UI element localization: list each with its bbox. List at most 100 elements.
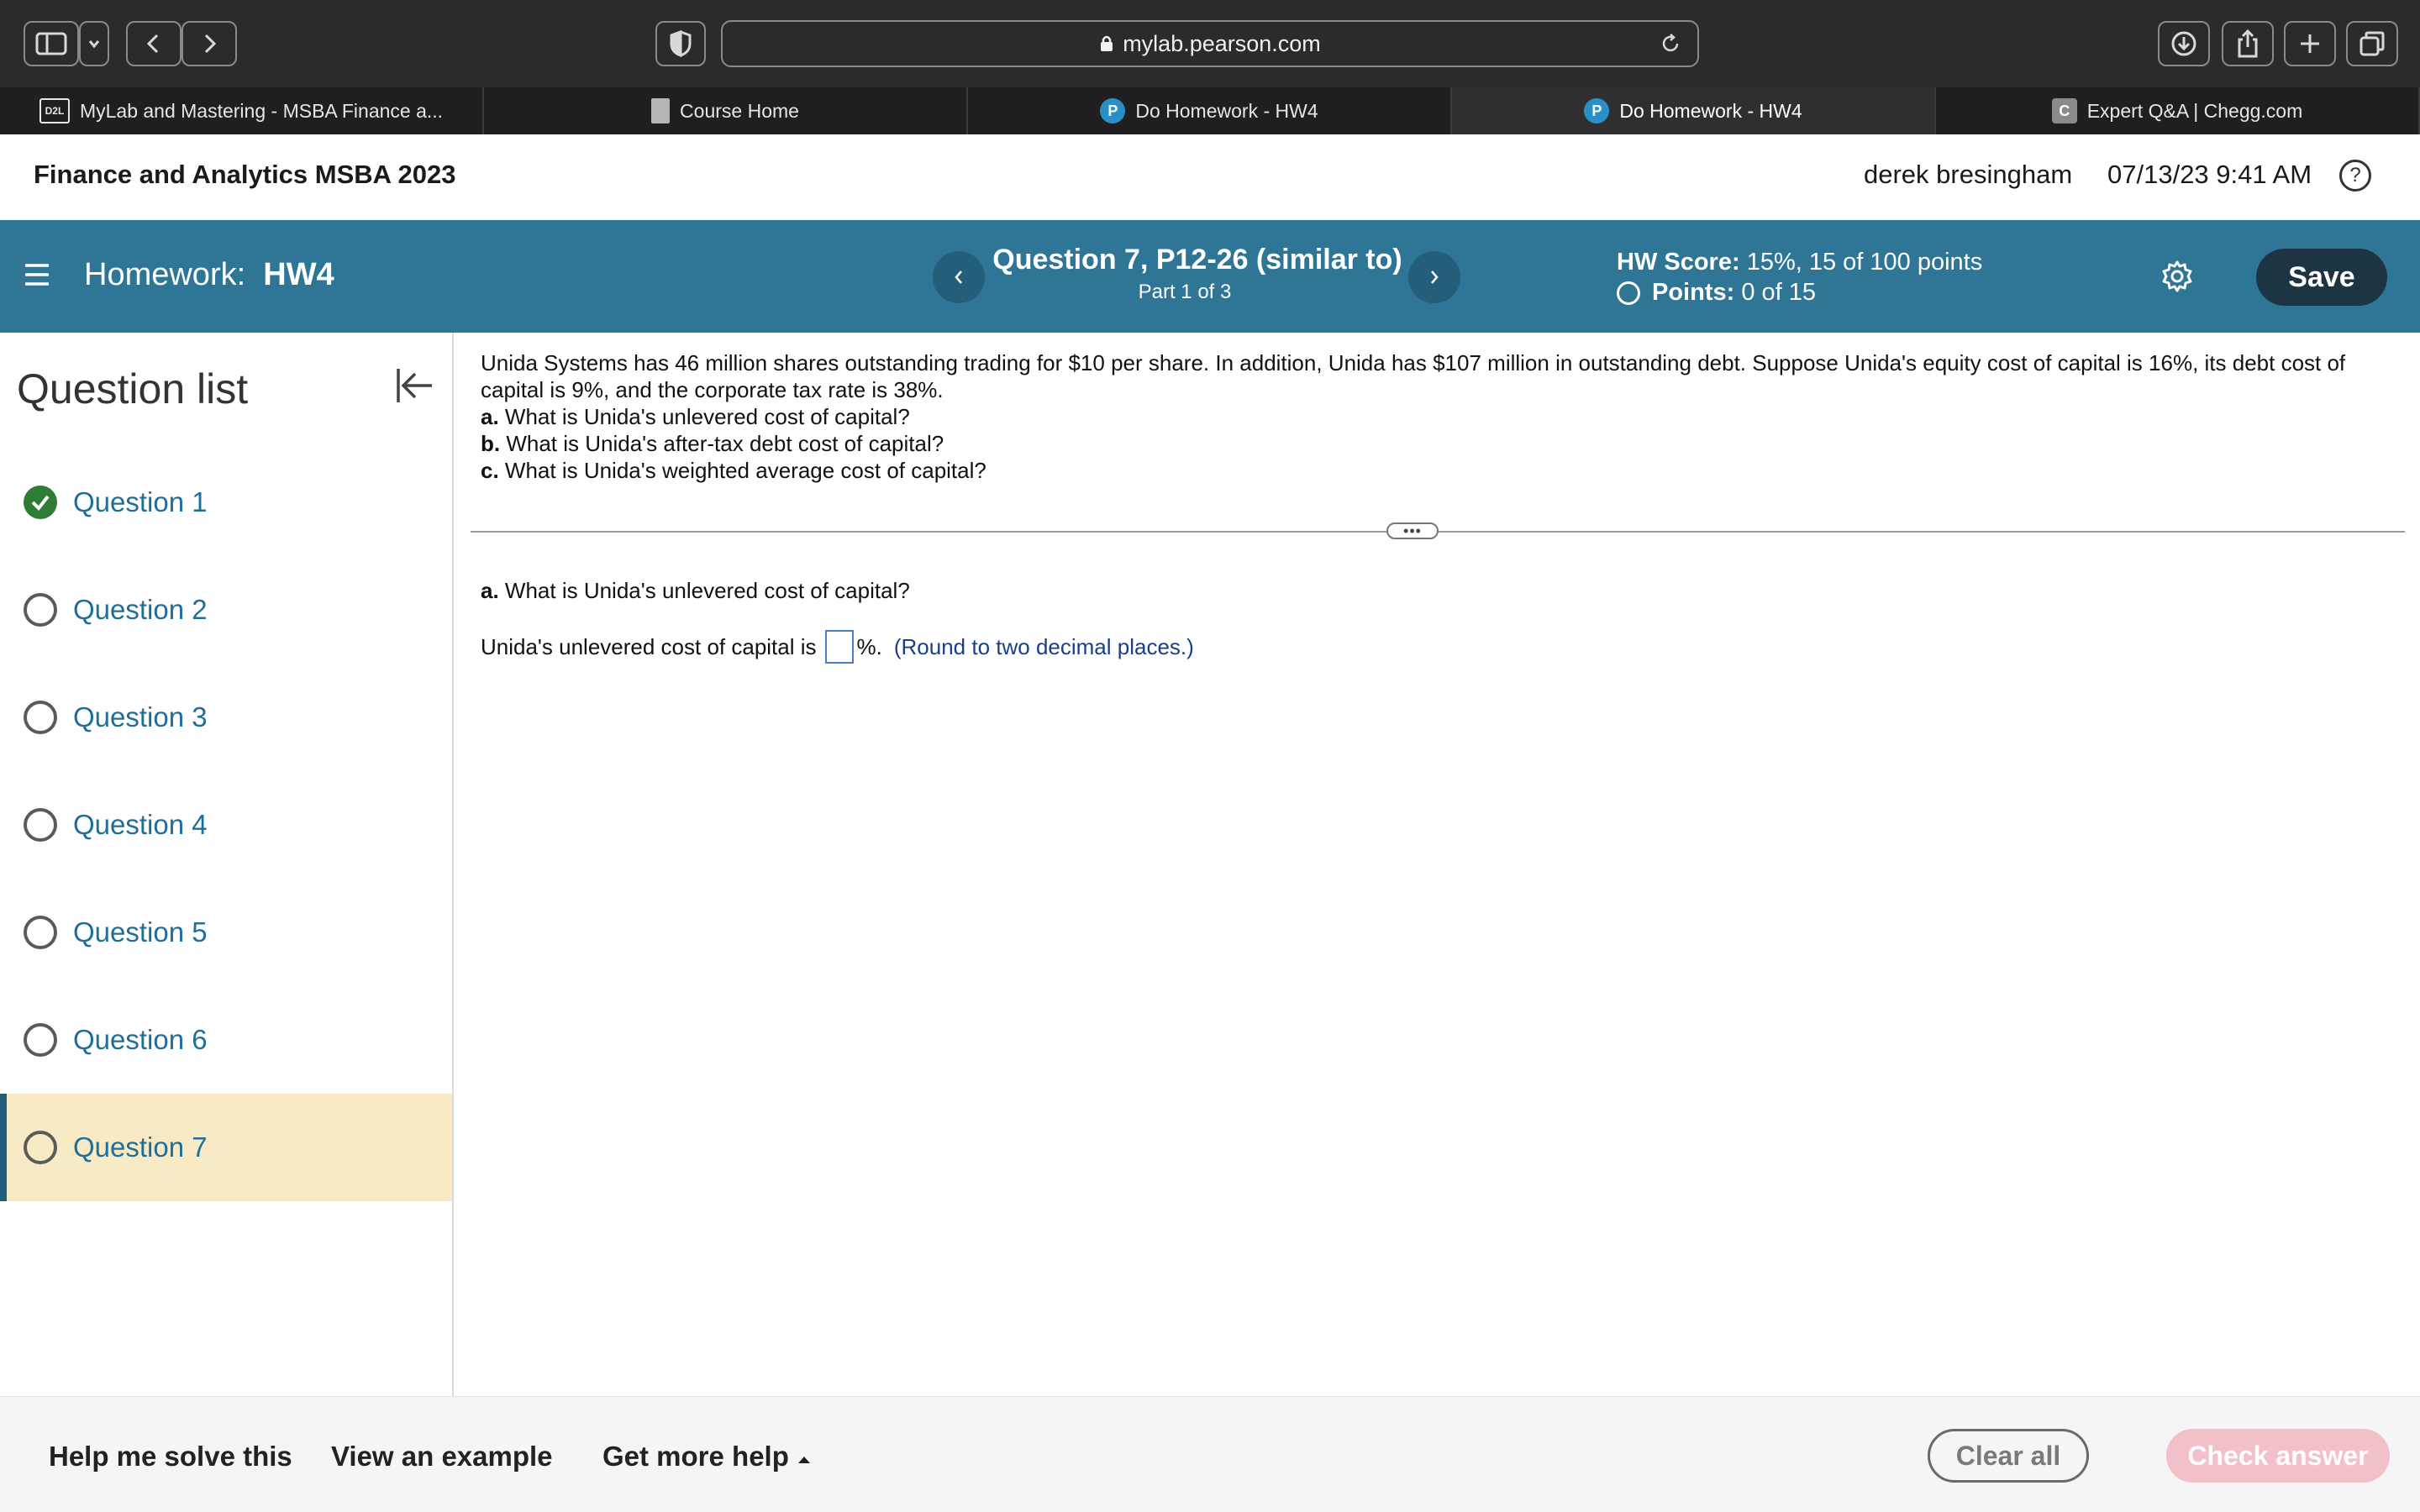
user-name: derek bresingham xyxy=(1864,160,2073,189)
chevron-left-icon xyxy=(146,34,159,54)
browser-tab[interactable]: Course Home xyxy=(484,87,968,134)
homework-label: Homework: xyxy=(84,257,246,292)
empty-circle-icon xyxy=(24,593,57,627)
answer-prefix: Unida's unlevered cost of capital is xyxy=(481,633,817,659)
view-example-button[interactable]: View an example xyxy=(331,1441,553,1473)
address-bar[interactable]: mylab.pearson.com xyxy=(721,20,1699,67)
question-list-panel: Question list Question 1 Question 2 Questi… xyxy=(0,333,454,1396)
reload-icon[interactable] xyxy=(1659,32,1682,55)
empty-circle-icon xyxy=(24,808,57,842)
question-item-4[interactable]: Question 4 xyxy=(0,771,452,879)
tab-group-dropdown[interactable] xyxy=(79,21,109,66)
help-me-solve-button[interactable]: Help me solve this xyxy=(49,1441,292,1473)
get-more-help-button[interactable]: Get more help xyxy=(602,1441,812,1473)
browser-tab-strip: D2L MyLab and Mastering - MSBA Finance a.… xyxy=(0,87,2420,134)
question-list-heading: Question list xyxy=(17,365,249,412)
question-item-2[interactable]: Question 2 xyxy=(0,556,452,664)
question-part-label: Part 1 of 3 xyxy=(1138,281,1232,303)
points-label: Points: xyxy=(1652,279,1735,306)
get-more-help-label: Get more help xyxy=(602,1441,789,1472)
collapse-panel-icon[interactable] xyxy=(393,365,435,407)
sidebar-icon xyxy=(35,32,67,55)
check-circle-icon xyxy=(24,486,57,519)
empty-circle-icon xyxy=(24,1131,57,1164)
answer-input[interactable] xyxy=(824,630,854,664)
save-button[interactable]: Save xyxy=(2256,249,2387,306)
problem-intro: Unida Systems has 46 million shares outs… xyxy=(481,350,2346,402)
hw-score-label: HW Score: xyxy=(1617,249,1740,276)
pearson-icon: P xyxy=(1584,98,1610,123)
question-title: Question 7, P12-26 (similar to) xyxy=(992,244,1402,276)
rounding-hint: (Round to two decimal places.) xyxy=(893,633,1194,659)
problem-part-a: a. What is Unida's unlevered cost of cap… xyxy=(481,404,910,429)
empty-circle-icon xyxy=(24,1023,57,1057)
chevron-right-icon xyxy=(204,34,217,54)
question-content: Unida Systems has 46 million shares outs… xyxy=(455,333,2420,1396)
question-item-1[interactable]: Question 1 xyxy=(0,449,452,556)
browser-tab-label: Expert Q&A | Chegg.com xyxy=(2086,99,2303,122)
tab-overview-button[interactable] xyxy=(2346,21,2398,66)
gear-icon[interactable] xyxy=(2160,259,2195,294)
forward-button[interactable] xyxy=(182,21,237,66)
browser-tab[interactable]: D2L MyLab and Mastering - MSBA Finance a.… xyxy=(0,87,484,134)
shield-icon xyxy=(670,29,692,58)
hw-score: HW Score: 15%, 15 of 100 points xyxy=(1617,249,1982,276)
homework-name: HW4 xyxy=(263,257,334,292)
problem-part-c: c. What is Unida's weighted average cost… xyxy=(481,458,986,483)
help-icon[interactable]: ? xyxy=(2339,160,2371,192)
question-item-6[interactable]: Question 6 xyxy=(0,986,452,1094)
question-item-7[interactable]: Question 7 xyxy=(0,1094,452,1201)
homework-bar: Homework: HW4 Question 7, P12-26 (simila… xyxy=(0,220,2420,333)
next-question-button[interactable] xyxy=(1408,251,1460,303)
question-points: Points: 0 of 15 xyxy=(1617,279,1816,307)
answer-suffix: %. xyxy=(856,633,882,659)
caret-up-icon xyxy=(798,1457,811,1463)
problem-statement: Unida Systems has 46 million shares outs… xyxy=(481,349,2405,484)
question-item-label: Question 7 xyxy=(73,1131,208,1163)
check-answer-button[interactable]: Check answer xyxy=(2166,1429,2390,1483)
privacy-report-button[interactable] xyxy=(655,21,706,66)
browser-tab[interactable]: C Expert Q&A | Chegg.com xyxy=(1936,87,2420,134)
hamburger-menu-icon[interactable] xyxy=(22,260,52,289)
share-icon xyxy=(2238,29,2258,58)
new-tab-button[interactable] xyxy=(2284,21,2336,66)
browser-tab-label: Course Home xyxy=(680,99,799,122)
points-value: 0 of 15 xyxy=(1741,279,1817,306)
browser-tab-label: MyLab and Mastering - MSBA Finance a... xyxy=(79,99,444,122)
question-item-5[interactable]: Question 5 xyxy=(0,879,452,986)
course-title[interactable]: Finance and Analytics MSBA 2023 xyxy=(34,160,455,190)
tabs-overview-icon xyxy=(2360,31,2385,56)
question-item-3[interactable]: Question 3 xyxy=(0,664,452,771)
browser-tab-label: Do Homework - HW4 xyxy=(1619,99,1802,122)
back-button[interactable] xyxy=(126,21,182,66)
clear-all-button[interactable]: Clear all xyxy=(1928,1429,2089,1483)
current-part-question: a. What is Unida's unlevered cost of cap… xyxy=(481,578,910,603)
plus-icon xyxy=(2301,34,2319,53)
divider-drag-handle[interactable]: ••• xyxy=(1386,522,1439,539)
homework-title: Homework: HW4 xyxy=(84,257,334,293)
empty-circle-icon xyxy=(24,916,57,949)
chegg-icon: C xyxy=(2051,98,2077,123)
points-status-icon xyxy=(1617,281,1640,305)
browser-tab-label: Do Homework - HW4 xyxy=(1135,99,1318,122)
answer-line: Unida's unlevered cost of capital is %. … xyxy=(481,630,1194,664)
datetime: 07/13/23 9:41 AM xyxy=(2107,160,2312,189)
d2l-icon: D2L xyxy=(39,98,70,123)
browser-tab[interactable]: P Do Homework - HW4 xyxy=(968,87,1452,134)
site-header: Finance and Analytics MSBA 2023 derek br… xyxy=(0,134,2420,220)
empty-circle-icon xyxy=(24,701,57,734)
share-button[interactable] xyxy=(2222,21,2274,66)
problem-part-b: b. What is Unida's after-tax debt cost o… xyxy=(481,431,944,456)
chevron-down-icon xyxy=(88,40,100,49)
browser-tab[interactable]: P Do Homework - HW4 xyxy=(1452,87,1936,134)
question-item-label: Question 3 xyxy=(73,701,208,732)
hw-score-value: 15%, 15 of 100 points xyxy=(1746,249,1983,276)
question-item-label: Question 4 xyxy=(73,809,208,840)
pearson-icon: P xyxy=(1100,98,1126,123)
browser-toolbar: mylab.pearson.com xyxy=(0,0,2420,87)
downloads-button[interactable] xyxy=(2158,21,2210,66)
sidebar-toggle-button[interactable] xyxy=(24,21,79,66)
book-icon xyxy=(651,98,671,123)
question-item-label: Question 6 xyxy=(73,1024,208,1055)
question-item-label: Question 5 xyxy=(73,916,208,948)
